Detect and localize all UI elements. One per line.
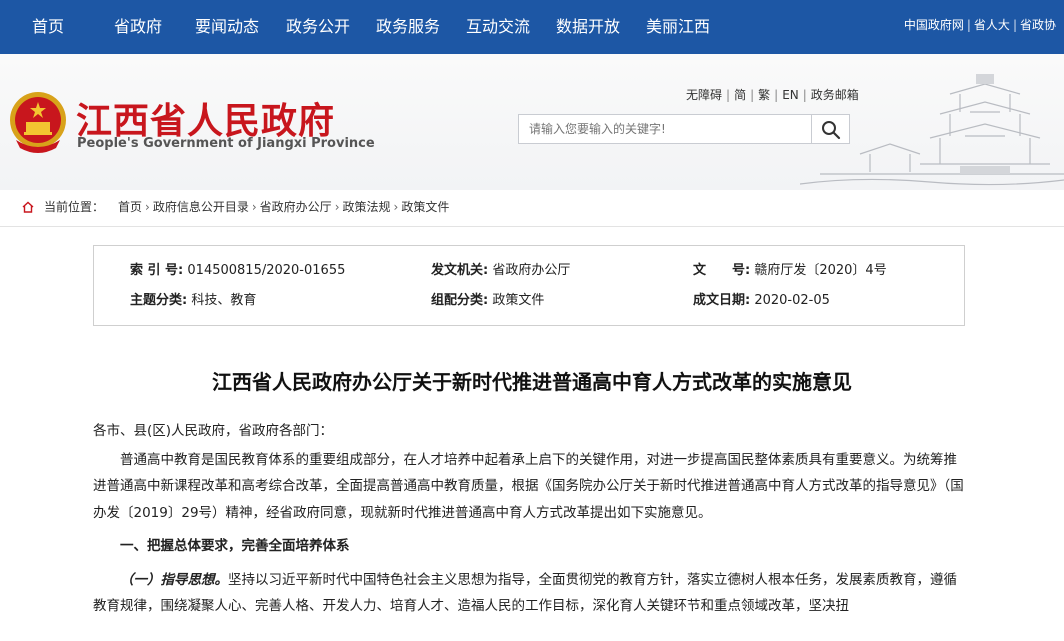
breadcrumb-label: 当前位置： — [44, 200, 105, 214]
top-navigation-bar: 首页 省政府 要闻动态 政务公开 政务服务 互动交流 数据开放 美丽江西 中国政… — [0, 0, 1064, 54]
chevron-right-icon: › — [251, 200, 257, 214]
nav-item-interaction[interactable]: 互动交流 — [466, 0, 530, 54]
separator: | — [750, 88, 755, 102]
meta-index-number: 索 引 号: 014500815/2020-01655 — [130, 263, 345, 279]
traditional-chinese-link[interactable]: 繁 — [758, 88, 770, 102]
english-link[interactable]: EN — [782, 88, 799, 102]
meta-docno-label: 文 号: — [693, 263, 751, 278]
chevron-right-icon: › — [145, 200, 150, 214]
meta-group-value: 政策文件 — [492, 293, 545, 308]
meta-date-label: 成文日期: — [693, 293, 751, 308]
meta-date: 成文日期: 2020-02-05 — [693, 293, 830, 309]
meta-topic-label: 主题分类: — [130, 293, 188, 308]
breadcrumb-item-general-office[interactable]: 省政府办公厅 — [260, 200, 332, 214]
chevron-right-icon: › — [393, 200, 399, 214]
separator: | — [1012, 18, 1017, 32]
nav-item-open-data[interactable]: 数据开放 — [556, 0, 620, 54]
separator: | — [966, 18, 971, 32]
subsection-label: （一）指导思想。 — [120, 571, 228, 588]
nav-item-news[interactable]: 要闻动态 — [195, 0, 259, 54]
nav-item-beautiful-jiangxi[interactable]: 美丽江西 — [646, 0, 710, 54]
meta-index-label: 索 引 号: — [130, 263, 184, 278]
top-link-npc[interactable]: 省人大 — [974, 18, 1010, 32]
meta-date-value: 2020-02-05 — [754, 293, 830, 308]
nav-item-provincial-government[interactable]: 省政府 — [114, 0, 162, 54]
breadcrumb: 当前位置： 首页 › 政府信息公开目录 › 省政府办公厅 › 政策法规 › 政策文件 — [22, 198, 449, 216]
breadcrumb-item-policy-documents[interactable]: 政策文件 — [401, 200, 449, 214]
top-link-china-gov[interactable]: 中国政府网 — [904, 18, 964, 32]
section-heading: 一、把握总体要求，完善全面培养体系 — [120, 538, 350, 554]
meta-topic: 主题分类: 科技、教育 — [130, 293, 256, 309]
site-header: 江西省人民政府 People's Government of Jiangxi P… — [0, 54, 1064, 190]
accessibility-link[interactable]: 无障碍 — [686, 88, 722, 102]
document-metadata-box: 索 引 号: 014500815/2020-01655 发文机关: 省政府办公厅… — [93, 245, 965, 326]
meta-index-value: 014500815/2020-01655 — [187, 263, 346, 278]
meta-issuer-value: 省政府办公厅 — [492, 263, 571, 278]
breadcrumb-item-home[interactable]: 首页 — [118, 200, 142, 214]
national-emblem-icon — [10, 92, 66, 153]
meta-group-label: 组配分类: — [431, 293, 489, 308]
meta-grouping: 组配分类: 政策文件 — [431, 293, 544, 309]
tengwang-pavilion-illustration — [800, 74, 1064, 186]
simplified-chinese-link[interactable]: 简 — [734, 88, 746, 102]
meta-docno-value: 赣府厅发〔2020〕4号 — [754, 263, 887, 278]
nav-item-government-affairs-disclosure[interactable]: 政务公开 — [286, 0, 350, 54]
separator: | — [726, 88, 731, 102]
meta-issuer: 发文机关: 省政府办公厅 — [431, 263, 570, 279]
intro-paragraph: 普通高中教育是国民教育体系的重要组成部分，在人才培养中起着承上启下的关键作用，对… — [93, 451, 964, 521]
breadcrumb-item-info-directory[interactable]: 政府信息公开目录 — [153, 200, 249, 214]
meta-topic-value: 科技、教育 — [191, 293, 257, 308]
document-title: 江西省人民政府办公厅关于新时代推进普通高中育人方式改革的实施意见 — [212, 370, 852, 394]
meta-issuer-label: 发文机关: — [431, 263, 489, 278]
home-icon — [22, 201, 34, 213]
top-links: 中国政府网 | 省人大 | 省政协 — [904, 0, 1056, 54]
header-divider — [0, 226, 1064, 227]
nav-item-home[interactable]: 首页 — [32, 0, 64, 54]
guiding-ideology-paragraph: （一）指导思想。坚持以习近平新时代中国特色社会主义思想为指导，全面贯彻党的教育方… — [93, 567, 968, 620]
search-input[interactable] — [518, 114, 812, 144]
nav-item-government-services[interactable]: 政务服务 — [376, 0, 440, 54]
site-subtitle: People's Government of Jiangxi Province — [77, 136, 375, 151]
meta-document-number: 文 号: 赣府厅发〔2020〕4号 — [693, 263, 887, 279]
chevron-right-icon: › — [334, 200, 340, 214]
separator: | — [774, 88, 779, 102]
breadcrumb-item-policies[interactable]: 政策法规 — [343, 200, 391, 214]
salutation: 各市、县(区)人民政府，省政府各部门： — [93, 423, 334, 439]
top-link-cppcc[interactable]: 省政协 — [1020, 18, 1056, 32]
document-body: 各市、县(区)人民政府，省政府各部门： 普通高中教育是国民教育体系的重要组成部分… — [93, 418, 968, 620]
